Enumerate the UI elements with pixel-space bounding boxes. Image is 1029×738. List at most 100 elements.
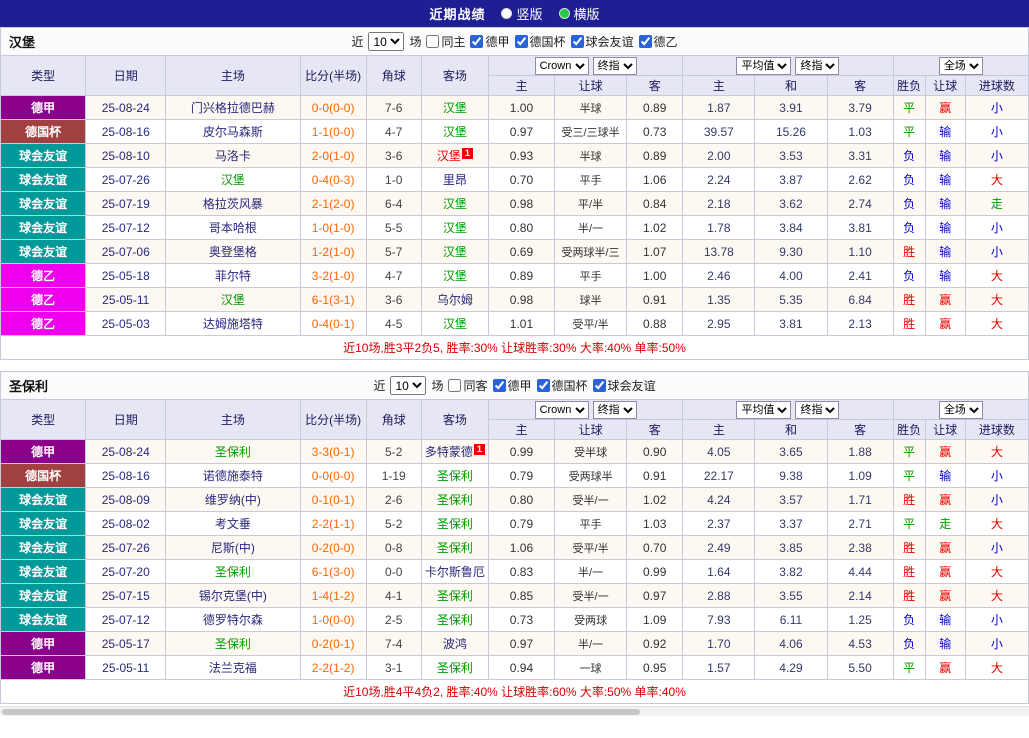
home-team-link[interactable]: 圣保利 — [215, 445, 251, 459]
match-score[interactable]: 0-0(0-0) — [299, 95, 367, 120]
home-team-link[interactable]: 格拉茨风暴 — [203, 197, 263, 211]
home-team-link[interactable]: 锡尔克堡(中) — [199, 589, 267, 603]
match-score[interactable]: 6-1(3-0) — [299, 559, 367, 584]
average-final-select[interactable]: 终指 — [795, 56, 840, 75]
average-select[interactable]: 平均值 — [736, 400, 792, 419]
league-filter[interactable]: 德乙 — [638, 33, 678, 50]
league-filter[interactable]: 德甲 — [470, 33, 510, 50]
league-checkbox[interactable] — [514, 35, 528, 48]
league-checkbox[interactable] — [592, 379, 606, 392]
home-team-link[interactable]: 考文垂 — [215, 517, 251, 531]
match-count-select[interactable]: 10 — [368, 32, 405, 51]
away-team-link[interactable]: 卡尔斯鲁厄 — [425, 565, 485, 579]
league-checkbox[interactable] — [638, 35, 652, 48]
radio-vertical-dot[interactable] — [501, 8, 513, 19]
league-checkbox[interactable] — [492, 379, 506, 392]
match-score[interactable]: 3-3(0-1) — [299, 439, 367, 464]
match-score[interactable]: 2-1(2-0) — [299, 191, 367, 216]
away-team-link[interactable]: 里昂 — [443, 173, 467, 187]
average-select[interactable]: 平均值 — [736, 56, 792, 75]
result-win-loss: 负 — [892, 263, 926, 288]
final-odds-select[interactable]: 终指 — [592, 56, 637, 75]
league-filter[interactable]: 球会友谊 — [592, 377, 656, 394]
home-team-link[interactable]: 德罗特尔森 — [203, 613, 263, 627]
home-team-link[interactable]: 奥登堡格 — [209, 245, 257, 259]
same-venue-filter[interactable]: 同主 — [426, 33, 465, 50]
radio-horizontal-dot[interactable] — [558, 8, 570, 19]
radio-horizontal[interactable]: 横版 — [558, 4, 600, 23]
league-filter[interactable]: 德甲 — [492, 377, 532, 394]
away-team-link[interactable]: 波鸿 — [443, 637, 467, 651]
away-team-link[interactable]: 汉堡 — [443, 101, 467, 115]
league-checkbox[interactable] — [536, 379, 550, 392]
horizontal-scrollbar[interactable] — [0, 706, 1029, 716]
match-score[interactable]: 0-1(0-1) — [299, 487, 367, 512]
league-checkbox[interactable] — [570, 35, 584, 48]
home-team-link[interactable]: 皮尔马森斯 — [203, 125, 263, 139]
home-team-link[interactable]: 菲尔特 — [215, 269, 251, 283]
same-venue-filter[interactable]: 同客 — [448, 377, 488, 394]
match-score[interactable]: 0-0(0-0) — [299, 463, 367, 488]
match-score[interactable]: 3-2(1-0) — [299, 263, 367, 288]
match-score[interactable]: 2-0(1-0) — [299, 143, 367, 168]
away-team-link[interactable]: 汉堡 — [443, 317, 467, 331]
match-score[interactable]: 6-1(3-1) — [299, 287, 367, 312]
match-score[interactable]: 1-4(1-2) — [299, 583, 367, 608]
home-team-link[interactable]: 维罗纳(中) — [205, 493, 261, 507]
away-team-link[interactable]: 汉堡 — [443, 125, 467, 139]
bookmaker-select[interactable]: Crown — [534, 56, 589, 75]
home-team-link[interactable]: 门兴格拉德巴赫 — [191, 101, 275, 115]
home-team-link[interactable]: 哥本哈根 — [209, 221, 257, 235]
league-filter[interactable]: 德国杯 — [536, 377, 588, 394]
match-score[interactable]: 2-2(1-1) — [299, 511, 367, 536]
away-team-cell: 乌尔姆 — [420, 287, 489, 312]
away-team-link[interactable]: 圣保利 — [437, 469, 473, 483]
full-match-select[interactable]: 全场 — [938, 400, 983, 419]
match-score[interactable]: 1-1(0-0) — [299, 119, 367, 144]
avg-away-odds: 2.38 — [826, 535, 894, 560]
away-team-link[interactable]: 汉堡 — [437, 149, 461, 163]
away-team-link[interactable]: 圣保利 — [437, 517, 473, 531]
same-venue-checkbox[interactable] — [426, 35, 440, 48]
match-score[interactable]: 1-2(1-0) — [299, 239, 367, 264]
match-score[interactable]: 0-2(0-0) — [299, 535, 367, 560]
league-filter[interactable]: 德国杯 — [514, 33, 566, 50]
away-team-link[interactable]: 汉堡 — [443, 245, 467, 259]
match-score[interactable]: 1-0(0-0) — [299, 607, 367, 632]
home-team-link[interactable]: 马洛卡 — [215, 149, 251, 163]
match-score[interactable]: 0-2(0-1) — [299, 631, 367, 656]
away-team-link[interactable]: 汉堡 — [443, 269, 467, 283]
away-team-link[interactable]: 圣保利 — [437, 613, 473, 627]
home-team-link[interactable]: 尼斯(中) — [211, 541, 255, 555]
league-filter[interactable]: 球会友谊 — [570, 33, 634, 50]
away-team-link[interactable]: 圣保利 — [437, 589, 473, 603]
match-score[interactable]: 0-4(0-1) — [299, 311, 367, 336]
away-team-link[interactable]: 圣保利 — [437, 541, 473, 555]
match-score[interactable]: 2-2(1-2) — [299, 655, 367, 680]
radio-vertical[interactable]: 竖版 — [501, 4, 543, 23]
scrollbar-thumb[interactable] — [2, 709, 640, 715]
final-odds-select[interactable]: 终指 — [592, 400, 637, 419]
full-match-select[interactable]: 全场 — [938, 56, 983, 75]
home-team-link[interactable]: 圣保利 — [215, 637, 251, 651]
home-team-link[interactable]: 汉堡 — [221, 293, 245, 307]
match-score[interactable]: 1-0(1-0) — [299, 215, 367, 240]
away-team-link[interactable]: 汉堡 — [443, 197, 467, 211]
match-count-select[interactable]: 10 — [390, 376, 427, 395]
away-team-link[interactable]: 多特蒙德 — [425, 445, 473, 459]
home-team-link[interactable]: 达姆施塔特 — [203, 317, 263, 331]
average-final-select[interactable]: 终指 — [795, 400, 840, 419]
away-team-link[interactable]: 圣保利 — [437, 493, 473, 507]
away-team-link[interactable]: 乌尔姆 — [437, 293, 473, 307]
home-team-link[interactable]: 诺德施泰特 — [203, 469, 263, 483]
away-team-link[interactable]: 汉堡 — [443, 221, 467, 235]
home-team-link[interactable]: 汉堡 — [221, 173, 245, 187]
home-team-link[interactable]: 圣保利 — [215, 565, 251, 579]
league-checkbox[interactable] — [470, 35, 484, 48]
same-venue-checkbox[interactable] — [448, 379, 462, 392]
bookmaker-select[interactable]: Crown — [534, 400, 589, 419]
league-type-badge: 球会友谊 — [0, 607, 87, 632]
home-team-link[interactable]: 法兰克福 — [209, 661, 257, 675]
match-score[interactable]: 0-4(0-3) — [299, 167, 367, 192]
away-team-link[interactable]: 圣保利 — [437, 661, 473, 675]
